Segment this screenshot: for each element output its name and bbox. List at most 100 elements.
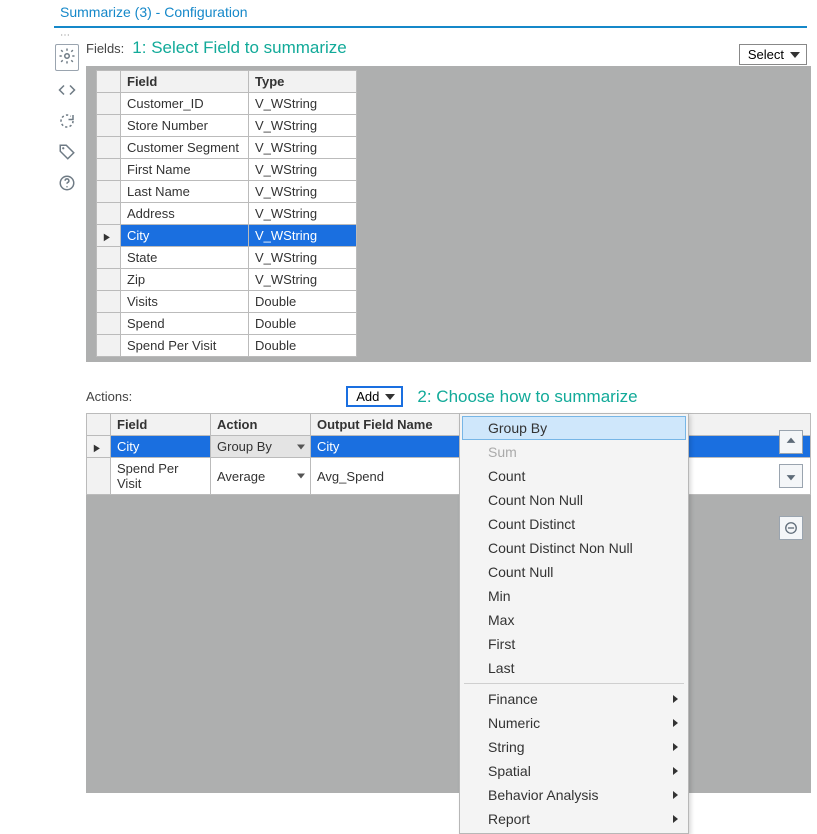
menu-item[interactable]: Count [462,464,686,488]
cell-type[interactable]: V_WString [249,159,357,181]
col-type[interactable]: Type [249,71,357,93]
menu-item[interactable]: Min [462,584,686,608]
fields-grid-container: Field Type Customer_IDV_WStringStore Num… [86,66,811,362]
fields-label: Fields: [86,41,124,56]
cell-type[interactable]: V_WString [249,203,357,225]
actions-label: Actions: [86,389,132,404]
menu-item[interactable]: First [462,632,686,656]
add-dropdown[interactable]: Add [346,386,403,407]
cell-field[interactable]: Spend Per Visit [111,458,211,495]
menu-item[interactable]: Count Distinct Non Null [462,536,686,560]
cell-field[interactable]: Customer_ID [121,93,249,115]
cell-action-dropdown[interactable]: Group By [211,436,311,458]
menu-item[interactable]: Count Null [462,560,686,584]
table-row[interactable]: First NameV_WString [97,159,357,181]
panel-header: Summarize (3) - Configuration [54,0,807,28]
cell-field[interactable]: Address [121,203,249,225]
menu-item-submenu[interactable]: Numeric [462,711,686,735]
row-indicator: ▶ [87,436,111,458]
row-indicator [97,159,121,181]
table-row[interactable]: Last NameV_WString [97,181,357,203]
menu-item: Sum [462,440,686,464]
step1-title: 1: Select Field to summarize [132,38,346,58]
tag-icon[interactable] [58,143,76,164]
select-dropdown[interactable]: Select [739,44,807,65]
cell-type[interactable]: V_WString [249,137,357,159]
cell-field[interactable]: City [111,436,211,458]
menu-item[interactable]: Count Distinct [462,512,686,536]
row-indicator [97,313,121,335]
row-indicator [87,458,111,495]
move-down-button[interactable] [779,464,803,488]
cell-field[interactable]: Spend [121,313,249,335]
cell-field[interactable]: State [121,247,249,269]
cell-field[interactable]: Spend Per Visit [121,335,249,357]
row-indicator [97,93,121,115]
side-toolbar [55,44,79,195]
row-indicator [97,137,121,159]
menu-item[interactable]: Count Non Null [462,488,686,512]
menu-item-submenu[interactable]: Spatial [462,759,686,783]
table-row[interactable]: Store NumberV_WString [97,115,357,137]
table-row[interactable]: Spend Per VisitDouble [97,335,357,357]
gear-icon[interactable] [55,44,79,71]
table-row[interactable]: Customer SegmentV_WString [97,137,357,159]
cell-type[interactable]: V_WString [249,225,357,247]
table-row[interactable]: ZipV_WString [97,269,357,291]
menu-separator [464,683,684,684]
col-field2[interactable]: Field [111,414,211,436]
row-indicator [97,269,121,291]
table-row[interactable]: ▶CityGroup ByCity [87,436,811,458]
row-indicator: ▶ [97,225,121,247]
code-icon[interactable] [58,81,76,102]
menu-item-submenu[interactable]: Report [462,807,686,831]
cell-type[interactable]: V_WString [249,247,357,269]
cell-type[interactable]: Double [249,291,357,313]
cell-field[interactable]: Zip [121,269,249,291]
col-action[interactable]: Action [211,414,311,436]
add-menu: Group BySumCountCount Non NullCount Dist… [459,413,689,834]
cell-type[interactable]: V_WString [249,181,357,203]
cell-field[interactable]: First Name [121,159,249,181]
actions-grid-container: Field Action Output Field Name ▶CityGrou… [86,413,811,793]
remove-button[interactable] [779,516,803,540]
cell-field[interactable]: Customer Segment [121,137,249,159]
row-indicator [97,115,121,137]
refresh-icon[interactable] [58,112,76,133]
table-row[interactable]: VisitsDouble [97,291,357,313]
menu-item[interactable]: Group By [462,416,686,440]
menu-item-submenu[interactable]: Behavior Analysis [462,783,686,807]
table-row[interactable]: Customer_IDV_WString [97,93,357,115]
cell-type[interactable]: V_WString [249,115,357,137]
table-row[interactable]: StateV_WString [97,247,357,269]
menu-item[interactable]: Last [462,656,686,680]
row-header-blank [97,71,121,93]
cell-type[interactable]: Double [249,313,357,335]
row-indicator [97,203,121,225]
cell-type[interactable]: V_WString [249,93,357,115]
cell-field[interactable]: Visits [121,291,249,313]
move-up-button[interactable] [779,430,803,454]
help-icon[interactable] [58,174,76,195]
table-row[interactable]: SpendDouble [97,313,357,335]
cell-field[interactable]: City [121,225,249,247]
cell-type[interactable]: V_WString [249,269,357,291]
fields-grid[interactable]: Field Type Customer_IDV_WStringStore Num… [96,70,357,357]
actions-grid[interactable]: Field Action Output Field Name ▶CityGrou… [86,413,811,495]
menu-item-submenu[interactable]: Finance [462,687,686,711]
step2-title: 2: Choose how to summarize [417,387,637,407]
cell-field[interactable]: Last Name [121,181,249,203]
row-indicator [97,247,121,269]
cell-type[interactable]: Double [249,335,357,357]
table-row[interactable]: Spend Per VisitAverageAvg_Spend [87,458,811,495]
cell-field[interactable]: Store Number [121,115,249,137]
row-indicator [97,335,121,357]
menu-item[interactable]: Max [462,608,686,632]
table-row[interactable]: AddressV_WString [97,203,357,225]
row-indicator [97,291,121,313]
col-field[interactable]: Field [121,71,249,93]
cell-action-dropdown[interactable]: Average [211,458,311,495]
row-indicator [97,181,121,203]
menu-item-submenu[interactable]: String [462,735,686,759]
table-row[interactable]: ▶CityV_WString [97,225,357,247]
